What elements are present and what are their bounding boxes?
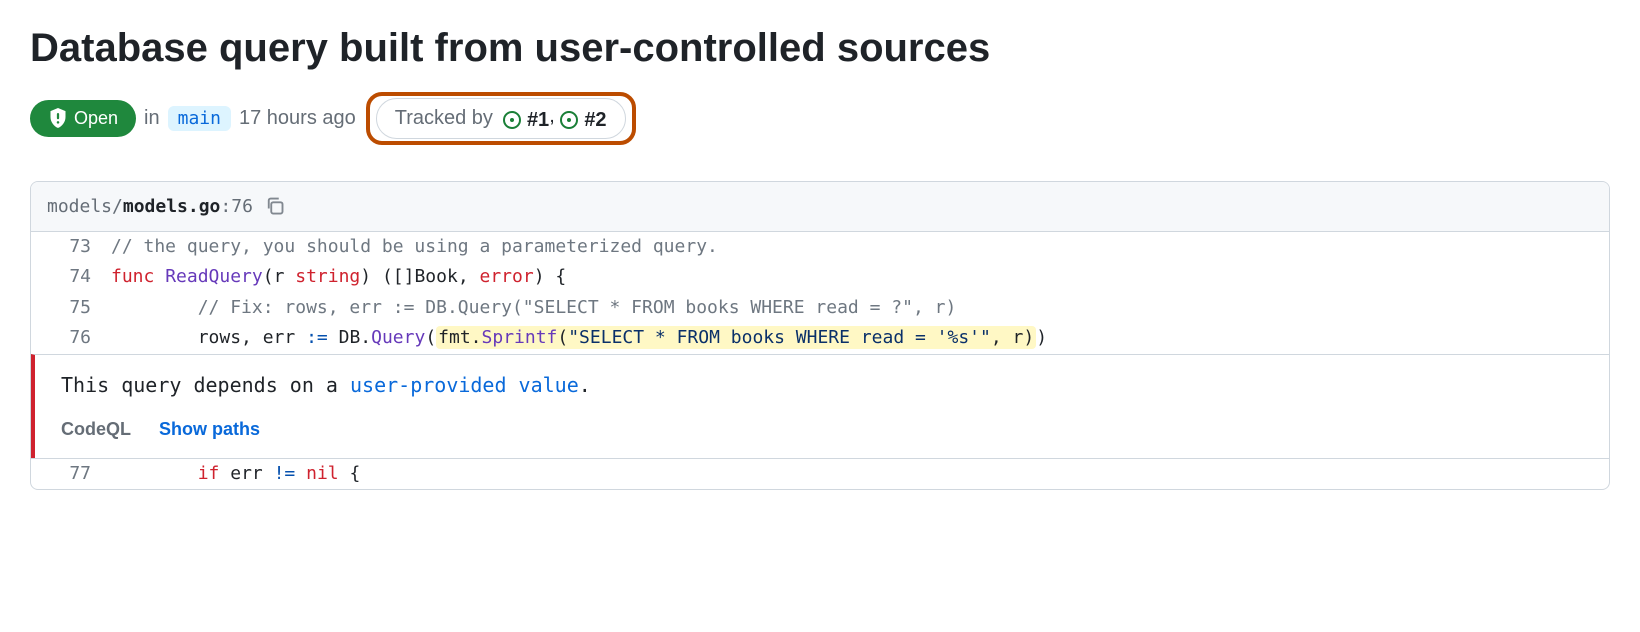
- line-number: 76: [31, 323, 111, 354]
- line-number: 73: [31, 232, 111, 263]
- file-dir: models/: [47, 196, 123, 217]
- meta-row: Open in main 17 hours ago Tracked by #1,…: [30, 92, 1610, 145]
- code-lines: 73// the query, you should be using a pa…: [31, 232, 1609, 354]
- page-title: Database query built from user-controlle…: [30, 24, 1610, 72]
- tracked-highlight: Tracked by #1, #2: [366, 92, 636, 145]
- code-content: rows, err := DB.Query(fmt.Sprintf("SELEC…: [111, 323, 1609, 354]
- tracked-by-box: Tracked by #1, #2: [376, 98, 626, 139]
- line-number: 74: [31, 262, 111, 293]
- file-line: 76: [231, 196, 253, 217]
- alert-link[interactable]: user-provided value: [350, 373, 579, 397]
- code-container: models/models.go:76 73// the query, you …: [30, 181, 1610, 491]
- issue-number: #2: [584, 109, 606, 132]
- line-number: 75: [31, 293, 111, 324]
- issue-open-icon: [560, 111, 578, 129]
- code-row: 75 // Fix: rows, err := DB.Query("SELECT…: [31, 293, 1609, 324]
- state-label: Open: [74, 108, 118, 129]
- issue-open-icon: [503, 111, 521, 129]
- file-path[interactable]: models/models.go:76: [47, 196, 253, 217]
- alert-shield-icon: [48, 108, 68, 128]
- code-row: 77 if err != nil {: [31, 459, 1609, 490]
- code-content: // the query, you should be using a para…: [111, 232, 1609, 263]
- code-content: if err != nil {: [111, 459, 1609, 490]
- tracked-issue-link[interactable]: #1: [503, 109, 549, 132]
- code-content: // Fix: rows, err := DB.Query("SELECT * …: [111, 293, 1609, 324]
- tracked-issue-link[interactable]: #2: [560, 109, 606, 132]
- timestamp: 17 hours ago: [239, 107, 356, 130]
- alert-prefix: This query depends on a: [61, 373, 350, 397]
- codeql-label: CodeQL: [61, 419, 131, 440]
- code-content: func ReadQuery(r string) ([]Book, error)…: [111, 262, 1609, 293]
- alert-suffix: .: [579, 373, 591, 397]
- line-number: 77: [31, 459, 111, 490]
- in-label: in: [144, 107, 160, 130]
- code-highlight: fmt.Sprintf("SELECT * FROM books WHERE r…: [436, 326, 1036, 349]
- code-bottom-line: 77 if err != nil {: [31, 458, 1609, 490]
- tracked-issues: #1, #2: [503, 105, 607, 132]
- code-row: 73// the query, you should be using a pa…: [31, 232, 1609, 263]
- state-badge: Open: [30, 100, 136, 137]
- issue-number: #1: [527, 109, 549, 132]
- code-row: 74func ReadQuery(r string) ([]Book, erro…: [31, 262, 1609, 293]
- code-file-header: models/models.go:76: [31, 182, 1609, 232]
- code-row: 76 rows, err := DB.Query(fmt.Sprintf("SE…: [31, 323, 1609, 354]
- alert-block: This query depends on a user-provided va…: [31, 354, 1609, 458]
- file-name: models.go: [123, 196, 221, 217]
- show-paths-button[interactable]: Show paths: [159, 419, 260, 440]
- alert-message: This query depends on a user-provided va…: [61, 373, 1583, 397]
- copy-icon[interactable]: [265, 196, 285, 216]
- tracked-label: Tracked by: [395, 107, 493, 130]
- branch-pill[interactable]: main: [168, 106, 231, 131]
- file-sep: :: [220, 196, 231, 217]
- alert-actions: CodeQL Show paths: [61, 419, 1583, 440]
